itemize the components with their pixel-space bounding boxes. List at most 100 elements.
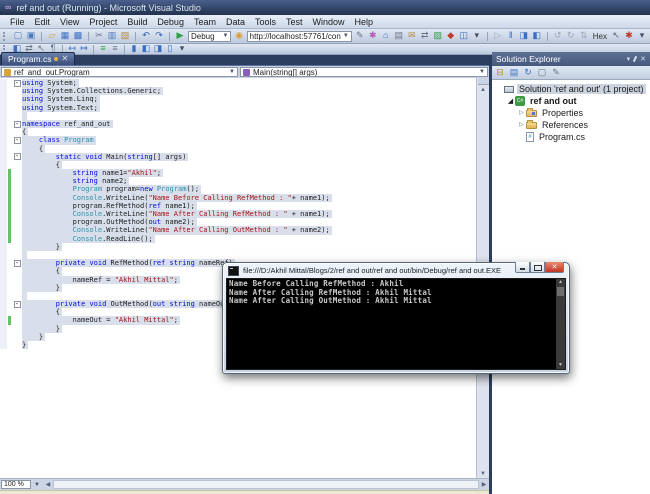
console-window[interactable]: file:///D:/Akhil Mittal/Blogs/2/ref and … — [222, 262, 570, 374]
pause-icon[interactable]: ‖ — [505, 30, 517, 42]
code-line[interactable]: using System.Collections.Generic; — [0, 87, 476, 95]
breakpoint-margin[interactable] — [0, 284, 7, 292]
menu-build[interactable]: Build — [122, 17, 152, 27]
menu-test[interactable]: Test — [281, 17, 308, 27]
outline-margin[interactable] — [12, 112, 22, 120]
code-line[interactable]: { — [0, 128, 476, 136]
breakpoint-margin[interactable] — [0, 128, 7, 136]
flame-icon[interactable]: ✱ — [623, 30, 635, 42]
breakpoint-margin[interactable] — [0, 194, 7, 202]
menu-file[interactable]: File — [5, 17, 30, 27]
breakpoint-margin[interactable] — [0, 87, 7, 95]
outline-margin[interactable] — [12, 177, 22, 185]
code-line[interactable]: Program program=new Program(); — [0, 185, 476, 193]
step-into-icon[interactable]: ↺ — [552, 30, 564, 42]
breakpoint-margin[interactable] — [0, 235, 7, 243]
code-line[interactable]: Console.WriteLine("Name After Calling Re… — [0, 210, 476, 218]
outline-margin[interactable] — [12, 276, 22, 284]
breakpoint-margin[interactable] — [0, 300, 7, 308]
sync-icon[interactable]: ⇄ — [419, 30, 431, 42]
image-icon[interactable]: ▧ — [432, 30, 444, 42]
expander-expanded-icon[interactable]: ◢ — [506, 97, 515, 106]
refresh-icon[interactable]: ↻ — [522, 67, 534, 79]
splitter-handle[interactable] — [478, 78, 489, 85]
fold-collapse-icon[interactable]: - — [14, 80, 21, 87]
code-line[interactable] — [0, 112, 476, 120]
menu-debug[interactable]: Debug — [152, 17, 189, 27]
view-code-icon[interactable]: ▢ — [536, 67, 548, 79]
zoom-dropdown[interactable]: 100 % — [1, 480, 31, 489]
outline-margin[interactable]: - — [12, 300, 22, 308]
home-icon[interactable]: ⌂ — [380, 30, 392, 42]
browser-icon[interactable]: ◉ — [233, 30, 244, 42]
breakpoint-margin[interactable] — [0, 161, 7, 169]
outline-margin[interactable] — [12, 341, 22, 349]
close-icon[interactable]: ✕ — [640, 55, 646, 63]
outline-margin[interactable]: - — [12, 120, 22, 128]
window-list-icon[interactable]: ◫ — [458, 30, 470, 42]
breakpoint-margin[interactable] — [0, 145, 7, 153]
url-combo[interactable]: http://localhost:57761/content/ ▼ — [247, 31, 352, 42]
cut-icon[interactable]: ✂ — [93, 30, 105, 42]
outline-margin[interactable] — [12, 202, 22, 210]
breakpoint-margin[interactable] — [0, 79, 7, 87]
start-debugging-icon[interactable]: ▶ — [174, 30, 186, 42]
code-line[interactable]: string name2; — [0, 177, 476, 185]
fold-collapse-icon[interactable]: - — [14, 301, 21, 308]
outline-margin[interactable] — [12, 284, 22, 292]
collapse-all-icon[interactable]: ⊟ — [494, 67, 506, 79]
tree-item-ref-and-out[interactable]: ◢C#ref and out — [492, 95, 650, 107]
outline-margin[interactable] — [12, 308, 22, 316]
fold-collapse-icon[interactable]: - — [14, 121, 21, 128]
breakpoint-margin[interactable] — [0, 177, 7, 185]
breakpoint-margin[interactable] — [0, 136, 7, 144]
outline-margin[interactable]: - — [12, 136, 22, 144]
scroll-up-icon[interactable]: ▲ — [480, 86, 486, 94]
breakpoint-margin[interactable] — [0, 95, 7, 103]
outline-margin[interactable] — [12, 185, 22, 193]
toolbar-overflow-icon[interactable]: ▾ — [471, 30, 483, 42]
code-line[interactable]: - static void Main(string[] args) — [0, 153, 476, 161]
outline-margin[interactable]: - — [12, 79, 22, 87]
outline-margin[interactable] — [12, 316, 22, 324]
hex-label[interactable]: Hex — [590, 32, 610, 41]
outline-margin[interactable] — [12, 325, 22, 333]
step-out-icon[interactable]: ⇅ — [578, 30, 590, 42]
breakpoint-margin[interactable] — [0, 112, 7, 120]
breakpoint-margin[interactable] — [0, 333, 7, 341]
breakpoint-margin[interactable] — [0, 210, 7, 218]
shopping-icon[interactable]: ◆ — [445, 30, 457, 42]
code-line[interactable]: } — [0, 243, 476, 251]
pin-icon[interactable] — [633, 56, 637, 62]
menu-project[interactable]: Project — [84, 17, 122, 27]
save-all-icon[interactable]: ▩ — [72, 30, 84, 42]
copy-web-icon[interactable]: ▤ — [393, 30, 405, 42]
code-line[interactable]: using System.Linq; — [0, 95, 476, 103]
breakpoints-window-icon[interactable]: ◨ — [518, 30, 530, 42]
scroll-down-icon[interactable]: ▼ — [558, 362, 563, 369]
outline-margin[interactable] — [12, 333, 22, 341]
breakpoint-margin[interactable] — [0, 267, 7, 275]
comment-icon[interactable]: ✎ — [354, 30, 366, 42]
type-dropdown[interactable]: ref_and_out.Program ▼ — [1, 67, 238, 77]
scroll-thumb[interactable] — [557, 287, 564, 296]
code-line[interactable]: { — [0, 145, 476, 153]
redo-icon[interactable]: ↷ — [153, 30, 165, 42]
scroll-up-icon[interactable]: ▲ — [558, 279, 563, 286]
outline-margin[interactable] — [12, 87, 22, 95]
breakpoint-margin[interactable] — [0, 120, 7, 128]
outline-margin[interactable] — [12, 104, 22, 112]
toolbar-options-icon[interactable]: ▾ — [636, 30, 648, 42]
tree-item-references[interactable]: ▷References — [492, 119, 650, 131]
menu-help[interactable]: Help — [350, 17, 379, 27]
fold-collapse-icon[interactable]: - — [14, 153, 21, 160]
menu-window[interactable]: Window — [308, 17, 350, 27]
close-button[interactable]: ✕ — [545, 262, 564, 273]
new-file-icon[interactable]: ▢ — [12, 30, 24, 42]
outline-margin[interactable] — [12, 251, 22, 259]
properties-icon[interactable]: ✎ — [550, 67, 562, 79]
code-line[interactable]: Console.ReadLine(); — [0, 235, 476, 243]
member-dropdown[interactable]: Main(string[] args) ▼ — [240, 67, 488, 77]
mail-icon[interactable]: ✉ — [406, 30, 418, 42]
copy-icon[interactable]: ▥ — [106, 30, 118, 42]
